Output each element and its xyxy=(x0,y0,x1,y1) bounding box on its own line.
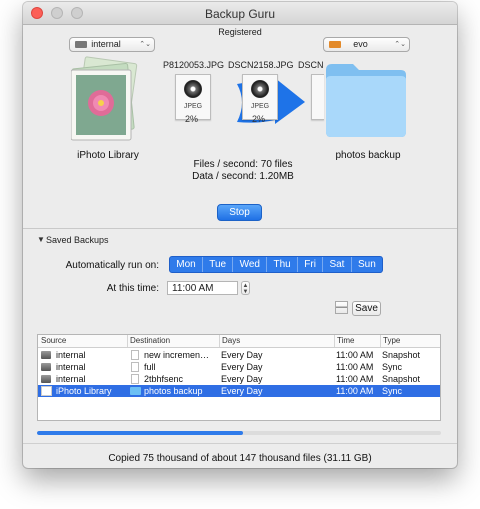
column-header-type[interactable]: Type xyxy=(383,336,400,345)
hard-drive-icon xyxy=(41,351,51,359)
save-button[interactable]: Save xyxy=(352,301,381,316)
transfer-stats: Files / second: 70 files Data / second: … xyxy=(183,159,303,183)
registration-status: Registered xyxy=(218,27,262,37)
time-stepper[interactable]: ▲ ▼ xyxy=(241,281,250,295)
table-row[interactable]: internal full Every Day 11:00 AM Sync xyxy=(38,361,440,373)
day-wed-toggle[interactable]: Wed xyxy=(233,257,268,272)
row-time: 11:00 AM xyxy=(336,350,374,360)
hard-drive-icon xyxy=(41,375,51,383)
row-days: Every Day xyxy=(221,374,263,384)
time-label: At this time: xyxy=(106,283,159,294)
status-divider xyxy=(23,443,457,444)
row-source: internal xyxy=(56,350,86,360)
destination-folder-label: photos backup xyxy=(335,150,401,161)
iphoto-library-icon[interactable] xyxy=(71,56,139,142)
files-per-second: Files / second: 70 files xyxy=(193,159,293,170)
source-drive-popup[interactable]: internal ⌃⌄ xyxy=(69,37,155,52)
status-message: Copied 75 thousand of about 147 thousand… xyxy=(108,453,372,464)
row-type: Snapshot xyxy=(382,350,421,360)
weekday-selector[interactable]: Mon Tue Wed Thu Fri Sat Sun xyxy=(169,256,383,273)
column-header-source[interactable]: Source xyxy=(41,336,66,345)
file-percent: 2% xyxy=(252,114,266,124)
row-type: Snapshot xyxy=(382,374,421,384)
destination-drive-popup[interactable]: evo ⌃⌄ xyxy=(323,37,410,52)
remove-backup-button[interactable]: — xyxy=(335,301,348,314)
file-disc-icon xyxy=(251,80,269,98)
row-time: 11:00 AM xyxy=(336,374,374,384)
file-type-label: JPEG xyxy=(183,103,203,110)
window-title: Backup Guru xyxy=(204,7,276,21)
stop-button[interactable]: Stop xyxy=(217,204,262,221)
row-days: Every Day xyxy=(221,362,263,372)
folder-icon[interactable] xyxy=(323,58,409,140)
day-tue-toggle[interactable]: Tue xyxy=(203,257,234,272)
hard-drive-icon xyxy=(41,363,51,371)
table-header: Source Destination Days Time Type xyxy=(38,335,440,348)
document-icon xyxy=(131,374,139,384)
day-sat-toggle[interactable]: Sat xyxy=(323,257,352,272)
column-header-time[interactable]: Time xyxy=(337,336,354,345)
day-sun-toggle[interactable]: Sun xyxy=(352,257,382,272)
progress-fill xyxy=(37,431,244,435)
time-input[interactable]: 11:00 AM xyxy=(167,281,238,295)
destination-drive-label: evo xyxy=(353,39,368,49)
transfer-file-name: DSCN2158.JPG xyxy=(228,60,294,70)
popup-chevron-icon: ⌃⌄ xyxy=(139,41,151,48)
column-divider[interactable] xyxy=(334,335,335,347)
day-thu-toggle[interactable]: Thu xyxy=(267,257,299,272)
row-source: internal xyxy=(56,362,86,372)
file-disc-icon xyxy=(184,80,202,98)
column-divider[interactable] xyxy=(219,335,220,347)
section-divider xyxy=(23,228,457,229)
column-header-destination[interactable]: Destination xyxy=(130,336,170,345)
row-type: Sync xyxy=(382,362,403,372)
table-row-selected[interactable]: iPhoto Library photos backup Every Day 1… xyxy=(38,385,440,397)
row-time: 11:00 AM xyxy=(336,386,374,396)
source-drive-label: internal xyxy=(91,39,121,49)
column-divider[interactable] xyxy=(127,335,128,347)
disclosure-triangle-icon[interactable]: ▼ xyxy=(37,235,45,244)
day-fri-toggle[interactable]: Fri xyxy=(298,257,324,272)
row-time: 11:00 AM xyxy=(336,362,374,372)
saved-backups-table[interactable]: Source Destination Days Time Type intern… xyxy=(37,334,441,421)
iphoto-library-icon xyxy=(41,386,52,396)
row-days: Every Day xyxy=(221,386,263,396)
column-divider[interactable] xyxy=(380,335,381,347)
row-type: Sync xyxy=(382,386,403,396)
saved-backups-header[interactable]: Saved Backups xyxy=(46,235,109,245)
file-type-label: JPEG xyxy=(250,103,270,110)
auto-run-label: Automatically run on: xyxy=(65,260,159,271)
stepper-down-icon[interactable]: ▼ xyxy=(242,289,249,295)
row-destination: new incremen… xyxy=(144,350,210,360)
row-destination: full xyxy=(144,362,156,372)
folder-icon xyxy=(130,387,141,395)
row-destination: photos backup xyxy=(144,386,203,396)
row-days: Every Day xyxy=(221,350,263,360)
day-mon-toggle[interactable]: Mon xyxy=(170,257,203,272)
table-row[interactable]: internal new incremen… Every Day 11:00 A… xyxy=(38,349,440,361)
title-bar: Backup Guru xyxy=(23,2,457,25)
table-row[interactable]: internal 2tbhfsenc Every Day 11:00 AM Sn… xyxy=(38,373,440,385)
row-source: iPhoto Library xyxy=(56,386,112,396)
transfer-file-name: DSCN xyxy=(298,60,323,70)
document-icon xyxy=(131,350,139,360)
column-header-days[interactable]: Days xyxy=(222,336,240,345)
document-icon xyxy=(131,362,139,372)
data-per-second: Data / second: 1.20MB xyxy=(192,171,294,182)
backup-progress-bar xyxy=(37,431,441,435)
row-destination: 2tbhfsenc xyxy=(144,374,184,384)
transfer-file-name: P8120053.JPG xyxy=(163,60,225,70)
app-window: Backup Guru Registered internal ⌃⌄ evo ⌃… xyxy=(23,2,457,468)
row-source: internal xyxy=(56,374,86,384)
source-library-label: iPhoto Library xyxy=(77,150,139,161)
popup-chevron-icon: ⌃⌄ xyxy=(394,41,406,48)
file-percent: 2% xyxy=(185,114,199,124)
